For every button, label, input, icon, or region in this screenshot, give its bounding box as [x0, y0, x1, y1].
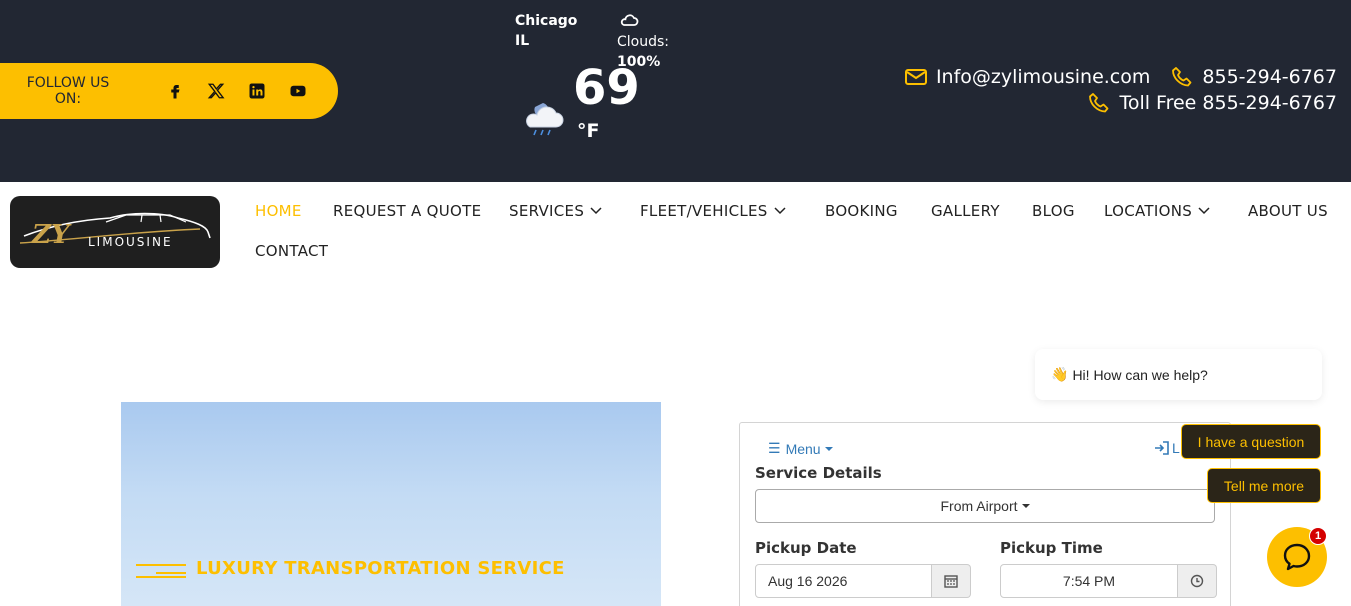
hero-accent-line	[156, 572, 186, 574]
chat-tell-more-button[interactable]: Tell me more	[1207, 468, 1321, 503]
nav-contact[interactable]: CONTACT	[255, 242, 328, 260]
pickup-time-input[interactable]: 7:54 PM	[1000, 564, 1178, 598]
clock-icon	[1190, 574, 1204, 588]
pickup-time-value: 7:54 PM	[1062, 573, 1116, 589]
chat-icon	[1283, 543, 1311, 571]
toll-free-link[interactable]: Toll Free 855-294-6767	[1119, 92, 1337, 114]
sign-in-icon	[1155, 441, 1169, 455]
hero-accent-line	[136, 564, 186, 566]
weather-city: Chicago	[515, 13, 578, 29]
chevron-down-icon	[774, 207, 786, 215]
nav-services-label: SERVICES	[509, 202, 585, 220]
chat-unread-badge: 1	[1309, 527, 1327, 545]
hero-tagline: LUXURY TRANSPORTATION SERVICE	[196, 558, 565, 579]
nav-gallery-label: GALLERY	[931, 202, 1000, 220]
logo-monogram: ZY	[32, 220, 70, 250]
nav-home[interactable]: HOME	[255, 202, 302, 220]
nav-contact-label: CONTACT	[255, 242, 329, 260]
cloud-rain-icon	[526, 103, 564, 136]
nav-fleet-vehicles[interactable]: FLEET/VEHICLES	[640, 202, 786, 220]
chat-question-button[interactable]: I have a question	[1181, 424, 1321, 459]
contact-line-tollfree: Toll Free 855-294-6767	[1087, 92, 1337, 114]
clouds-label: Clouds:	[617, 34, 670, 50]
logo-text: LIMOUSINE	[88, 235, 173, 249]
pickup-time-label: Pickup Time	[1000, 539, 1103, 557]
phone-icon	[1089, 93, 1109, 113]
follow-us-label: FOLLOW US ON:	[26, 75, 110, 107]
nav-booking[interactable]: BOOKING	[825, 202, 898, 220]
nav-services[interactable]: SERVICES	[509, 202, 602, 220]
envelope-icon	[904, 69, 927, 85]
x-twitter-icon[interactable]	[205, 80, 227, 102]
widget-menu-label: Menu	[785, 440, 821, 457]
temperature-value: 69	[573, 60, 640, 116]
nav-fleet-label: FLEET/VEHICLES	[640, 202, 768, 220]
hero-image: LUXURY TRANSPORTATION SERVICE	[121, 402, 661, 606]
hamburger-icon: ☰	[768, 440, 781, 456]
nav-about-us[interactable]: ABOUT US	[1248, 202, 1328, 220]
nav-blog[interactable]: BLOG	[1032, 202, 1075, 220]
chat-tell-more-label: Tell me more	[1223, 477, 1305, 494]
temperature-unit: °F	[577, 120, 600, 142]
site-logo[interactable]: ZY LIMOUSINE	[10, 196, 220, 268]
pickup-date-label: Pickup Date	[755, 539, 857, 557]
nav-locations-label: LOCATIONS	[1104, 202, 1193, 220]
time-button[interactable]	[1178, 564, 1217, 598]
calendar-icon	[944, 575, 958, 588]
caret-down-icon	[1021, 504, 1030, 508]
chevron-down-icon	[1198, 207, 1210, 215]
nav-request-quote[interactable]: REQUEST A QUOTE	[333, 202, 481, 220]
nav-booking-label: BOOKING	[825, 202, 898, 220]
pickup-date-value: Aug 16 2026	[768, 573, 848, 589]
linkedin-icon[interactable]	[246, 80, 268, 102]
pickup-date-input[interactable]: Aug 16 2026	[755, 564, 932, 598]
booking-widget: ☰ Menu L Service Details From Airport Pi…	[739, 422, 1231, 606]
facebook-icon[interactable]	[164, 80, 186, 102]
chat-greeting-text: Hi! How can we help?	[1072, 366, 1208, 383]
email-link[interactable]: Info@zylimousine.com	[936, 66, 1150, 88]
phone-icon	[1172, 67, 1192, 87]
top-bar: FOLLOW US ON: Chicago IL Clouds: 100% 69…	[0, 0, 1351, 182]
follow-us-pill: FOLLOW US ON:	[0, 63, 338, 119]
chat-question-label: I have a question	[1197, 433, 1305, 450]
caret-down-icon	[824, 446, 833, 451]
nav-home-label: HOME	[255, 202, 302, 220]
hero-accent-line	[136, 576, 186, 578]
chevron-down-icon	[590, 207, 602, 215]
nav-gallery[interactable]: GALLERY	[931, 202, 1000, 220]
calendar-button[interactable]	[932, 564, 971, 598]
nav-blog-label: BLOG	[1032, 202, 1075, 220]
widget-login-label: L	[1172, 440, 1180, 456]
chat-greeting-bubble[interactable]: 👋 Hi! How can we help?	[1035, 349, 1322, 400]
weather-location: Chicago IL	[515, 11, 577, 51]
widget-menu-button[interactable]: ☰ Menu	[768, 440, 833, 457]
contact-line-primary: Info@zylimousine.com 855-294-6767	[904, 66, 1337, 88]
service-details-label: Service Details	[755, 464, 882, 482]
nav-about-label: ABOUT US	[1248, 202, 1328, 220]
widget-login-button[interactable]: L	[1154, 440, 1180, 456]
nav-request-quote-label: REQUEST A QUOTE	[333, 202, 482, 220]
nav-locations[interactable]: LOCATIONS	[1104, 202, 1210, 220]
weather-state: IL	[515, 33, 530, 49]
page: FOLLOW US ON: Chicago IL Clouds: 100% 69…	[0, 0, 1351, 606]
youtube-icon[interactable]	[287, 80, 309, 102]
service-type-select[interactable]: From Airport	[755, 489, 1215, 523]
cloud-icon	[620, 14, 639, 26]
service-type-value: From Airport	[940, 498, 1018, 514]
waving-hand-icon: 👋	[1051, 366, 1069, 382]
phone-link[interactable]: 855-294-6767	[1202, 66, 1337, 88]
